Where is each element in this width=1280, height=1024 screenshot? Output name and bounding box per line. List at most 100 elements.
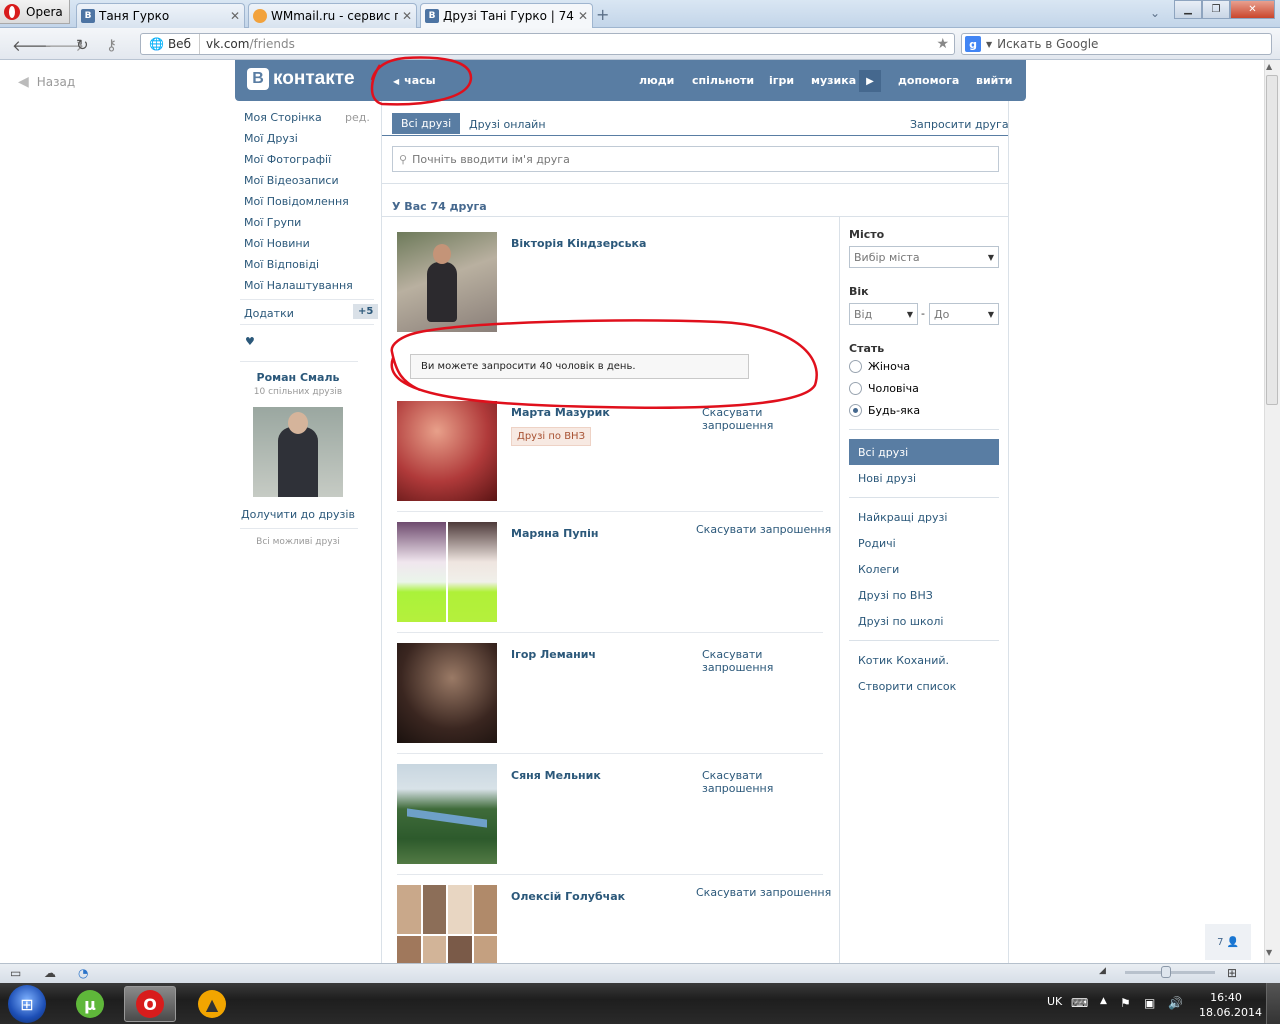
cloud-icon[interactable]: ☁ xyxy=(44,966,56,980)
tray-expand-icon[interactable]: ▲ xyxy=(1100,996,1107,1006)
friend-photo[interactable] xyxy=(397,522,497,622)
friend-photo[interactable] xyxy=(397,764,497,864)
list-colleagues[interactable]: Колеги xyxy=(858,563,899,576)
friend-name[interactable]: Маряна Пупін xyxy=(511,527,599,540)
tab-online-friends[interactable]: Друзі онлайн xyxy=(469,118,546,131)
suggested-friend-name[interactable]: Роман Смаль xyxy=(238,371,358,384)
opera-menu-button[interactable]: Opera xyxy=(0,0,70,24)
back-link[interactable]: ◀ Назад xyxy=(18,74,75,90)
url-text[interactable]: vk.com/friends xyxy=(200,37,295,51)
close-tab-icon[interactable]: ✕ xyxy=(230,9,240,23)
online-counter[interactable]: 7 👤 xyxy=(1205,924,1251,960)
list-relatives[interactable]: Родичі xyxy=(858,537,896,550)
nav-communities[interactable]: спільноти xyxy=(692,74,754,87)
mutual-friends-count[interactable]: 10 спільних друзів xyxy=(238,387,358,397)
chevron-down-icon[interactable]: ▼ xyxy=(986,40,992,49)
minimize-icon[interactable]: ▁ xyxy=(1174,0,1202,19)
keyboard-icon[interactable]: ⌨ xyxy=(1071,996,1088,1010)
menu-my-photos[interactable]: Мої Фотографії xyxy=(244,153,331,166)
friend-name[interactable]: Марта Мазурик xyxy=(511,406,610,419)
apps-badge[interactable]: +5 xyxy=(353,304,379,319)
friend-photo[interactable] xyxy=(397,401,497,501)
clock-link[interactable]: ◀ часы xyxy=(393,74,436,87)
maximize-icon[interactable]: ❐ xyxy=(1202,0,1230,19)
friend-name[interactable]: Олексій Голубчак xyxy=(511,890,625,903)
list-custom[interactable]: Котик Коханий. xyxy=(858,654,949,667)
friend-search-input[interactable]: ⚲ Почніть вводити ім'я друга xyxy=(392,146,999,172)
zoom-slider-handle[interactable] xyxy=(1161,966,1171,978)
browser-tab-2[interactable]: WMmail.ru - сервис п... ✕ xyxy=(248,3,417,28)
nav-games[interactable]: ігри xyxy=(769,74,794,87)
radio-button[interactable] xyxy=(849,360,862,373)
friend-name[interactable]: Вікторія Кіндзерська xyxy=(511,237,646,250)
tab-all-friends[interactable]: Всі друзі xyxy=(392,113,461,134)
friend-name[interactable]: Сяня Мельник xyxy=(511,769,601,782)
create-list-link[interactable]: Створити список xyxy=(858,680,956,693)
invite-friend-link[interactable]: Запросити друга xyxy=(910,118,1009,131)
city-select[interactable]: Вибір міста ▼ xyxy=(849,246,999,268)
edit-link[interactable]: ред. xyxy=(345,111,370,124)
panel-toggle-icon[interactable]: ▭ xyxy=(10,966,21,980)
suggested-friend-photo[interactable] xyxy=(253,407,343,497)
cancel-invitation-link[interactable]: Скасувати запрошення xyxy=(702,648,782,674)
menu-my-messages[interactable]: Мої Повідомлення xyxy=(244,195,349,208)
sex-option-male[interactable]: Чоловіча xyxy=(849,382,919,395)
nav-logout[interactable]: вийти xyxy=(976,74,1012,87)
list-university-friends[interactable]: Друзі по ВНЗ xyxy=(858,589,933,602)
cancel-invitation-link[interactable]: Скасувати запрошення xyxy=(702,406,782,432)
cancel-invitation-link[interactable]: Скасувати запрошення xyxy=(696,886,831,899)
menu-my-videos[interactable]: Мої Відеозаписи xyxy=(244,174,339,187)
age-to-select[interactable]: До ▼ xyxy=(929,303,999,325)
sex-option-any[interactable]: Будь-яка xyxy=(849,404,920,417)
add-friend-link[interactable]: Долучити до друзів xyxy=(238,508,358,521)
menu-apps[interactable]: Додатки xyxy=(244,307,294,320)
friend-name[interactable]: Ігор Леманич xyxy=(511,648,596,661)
sex-option-female[interactable]: Жіноча xyxy=(849,360,910,373)
menu-my-page[interactable]: Моя Сторінка xyxy=(244,111,322,124)
cancel-invitation-link[interactable]: Скасувати запрошення xyxy=(702,769,782,795)
reload-icon[interactable]: ↻ xyxy=(76,36,89,54)
friend-photo[interactable] xyxy=(397,643,497,743)
heart-icon[interactable]: ♥ xyxy=(245,335,255,348)
close-window-icon[interactable]: ✕ xyxy=(1230,0,1275,19)
taskbar-aimp[interactable]: ▲ xyxy=(186,986,238,1022)
view-toggle-icon[interactable]: ◢ xyxy=(1099,966,1106,976)
browser-tab-3[interactable]: В Друзі Тані Гурко | 74 д... ✕ xyxy=(420,3,593,28)
cancel-invitation-link[interactable]: Скасувати запрошення xyxy=(696,523,831,536)
volume-icon[interactable]: 🔊 xyxy=(1168,996,1183,1010)
menu-my-friends[interactable]: Мої Друзі xyxy=(244,132,298,145)
new-tab-icon[interactable]: + xyxy=(596,5,609,24)
nav-music[interactable]: музика xyxy=(811,74,856,87)
vk-logo[interactable]: В контакте xyxy=(247,68,355,90)
list-new-friends[interactable]: Нові друзі xyxy=(858,472,916,485)
age-from-select[interactable]: Від ▼ xyxy=(849,303,918,325)
nav-people[interactable]: люди xyxy=(639,74,674,87)
google-search-box[interactable]: g ▼ Искать в Google xyxy=(961,33,1272,55)
all-possible-friends-link[interactable]: Всі можливі друзі xyxy=(238,537,358,547)
show-desktop-button[interactable] xyxy=(1266,983,1280,1024)
windows-start-icon[interactable]: ⊞ xyxy=(8,985,46,1023)
bookmark-star-icon[interactable]: ★ xyxy=(936,36,949,52)
scroll-down-icon[interactable]: ▼ xyxy=(1266,948,1272,957)
url-bar[interactable]: 🌐 Веб vk.com/friends ★ xyxy=(140,33,955,55)
scrollbar-thumb[interactable] xyxy=(1266,75,1278,405)
tab-menu-icon[interactable]: ⌄ xyxy=(1150,6,1160,20)
menu-my-answers[interactable]: Мої Відповіді xyxy=(244,258,319,271)
menu-my-settings[interactable]: Мої Налаштування xyxy=(244,279,353,292)
friend-photo[interactable] xyxy=(397,232,497,332)
nav-help[interactable]: допомога xyxy=(898,74,959,87)
speed-dial-icon[interactable]: ◔ xyxy=(78,966,88,980)
music-play-icon[interactable]: ▶ xyxy=(859,70,881,92)
taskbar-utorrent[interactable]: µ xyxy=(64,986,116,1022)
list-all-friends[interactable]: Всі друзі xyxy=(849,439,999,465)
close-tab-icon[interactable]: ✕ xyxy=(402,9,412,23)
scroll-up-icon[interactable]: ▲ xyxy=(1266,62,1272,71)
key-icon[interactable]: ⚷ xyxy=(106,36,117,54)
flag-icon[interactable]: ⚑ xyxy=(1120,996,1131,1010)
list-best-friends[interactable]: Найкращі друзі xyxy=(858,511,947,524)
menu-my-news[interactable]: Мої Новини xyxy=(244,237,310,250)
network-icon[interactable]: ▣ xyxy=(1144,996,1155,1010)
browser-tab-1[interactable]: В Таня Гурко ✕ xyxy=(76,3,245,28)
keyboard-language[interactable]: UK xyxy=(1047,995,1062,1008)
zoom-reset-icon[interactable]: ⊞ xyxy=(1227,966,1237,980)
